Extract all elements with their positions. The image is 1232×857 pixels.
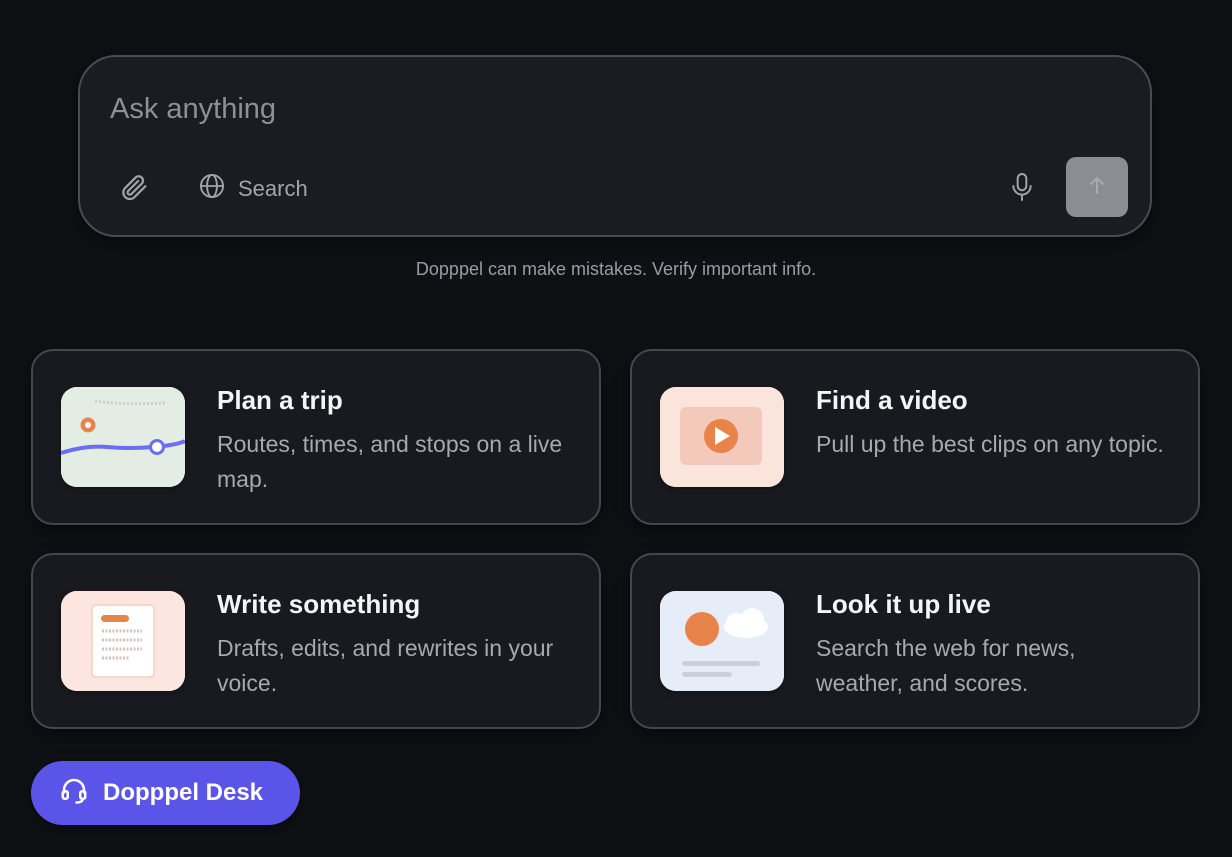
dopppel-desk-label: Dopppel Desk xyxy=(103,779,264,806)
card-title: Find a video xyxy=(816,385,968,415)
prompt-input[interactable] xyxy=(110,87,1010,131)
card-title: Look it up live xyxy=(816,589,991,619)
card-title: Write something xyxy=(217,589,421,619)
map-thumbnail-icon xyxy=(61,387,185,487)
prompt-composer: Search xyxy=(78,55,1152,237)
card-description: Search the web for news, weather, and sc… xyxy=(816,635,1076,696)
microphone-icon xyxy=(1009,171,1035,208)
headset-icon xyxy=(59,775,89,812)
paperclip-icon xyxy=(119,172,149,207)
microphone-button[interactable] xyxy=(1004,171,1040,207)
suggestion-card-write-something[interactable]: Write something Drafts, edits, and rewri… xyxy=(31,553,601,729)
weather-news-thumbnail-icon xyxy=(660,591,784,691)
card-description: Pull up the best clips on any topic. xyxy=(816,431,1164,457)
card-title: Plan a trip xyxy=(217,385,343,415)
suggestion-card-find-video[interactable]: Find a video Pull up the best clips on a… xyxy=(630,349,1200,525)
card-description: Routes, times, and stops on a live map. xyxy=(217,431,563,492)
document-thumbnail-icon xyxy=(61,591,185,691)
video-play-thumbnail-icon xyxy=(660,387,784,487)
card-description: Drafts, edits, and rewrites in your voic… xyxy=(217,635,554,696)
page: Search Dopppel can make mistakes. Verify… xyxy=(0,0,1232,857)
search-toggle-label: Search xyxy=(238,176,308,201)
suggestion-card-plan-trip[interactable]: Plan a trip Routes, times, and stops on … xyxy=(31,349,601,525)
search-toggle[interactable]: Search xyxy=(198,169,308,209)
arrow-up-icon xyxy=(1085,173,1109,202)
send-button[interactable] xyxy=(1066,157,1128,217)
attach-button[interactable] xyxy=(116,171,152,207)
suggestion-card-look-it-up[interactable]: Look it up live Search the web for news,… xyxy=(630,553,1200,729)
disclaimer-text: Dopppel can make mistakes. Verify import… xyxy=(415,259,817,279)
dopppel-desk-button[interactable]: Dopppel Desk xyxy=(31,761,300,825)
globe-icon xyxy=(198,172,226,206)
